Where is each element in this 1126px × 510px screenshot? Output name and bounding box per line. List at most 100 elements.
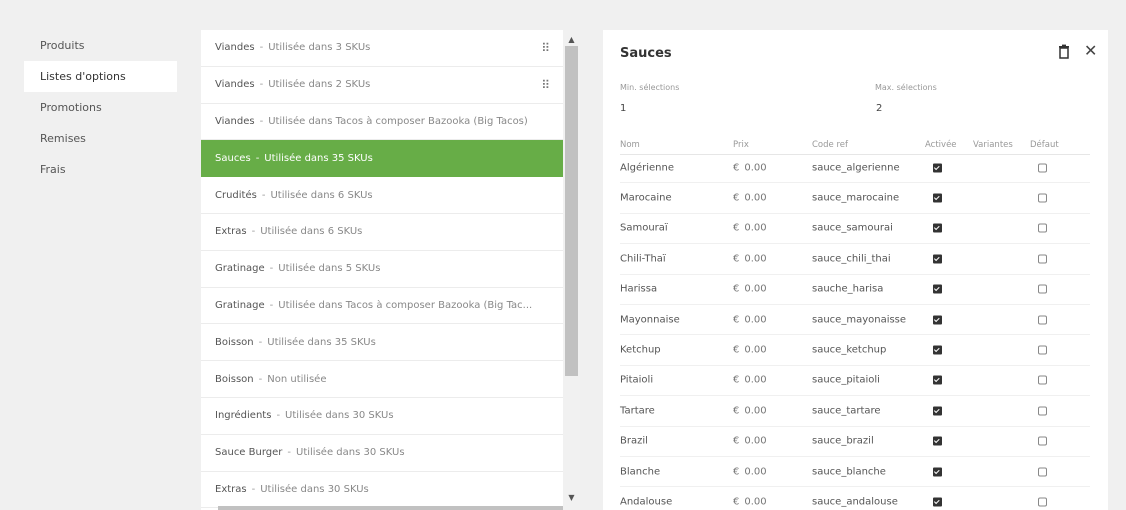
- option-code-ref[interactable]: sauce_algerienne: [812, 162, 900, 173]
- close-icon[interactable]: ✕: [1084, 43, 1097, 59]
- enabled-checkbox[interactable]: [933, 467, 942, 477]
- enabled-checkbox[interactable]: [933, 284, 942, 294]
- default-checkbox[interactable]: [1038, 497, 1047, 507]
- option-list-item[interactable]: Extras - Utilisée dans 30 SKUs: [201, 472, 563, 509]
- option-code-ref[interactable]: sauce_andalouse: [812, 496, 898, 507]
- option-list-item[interactable]: Sauce Burger - Utilisée dans 30 SKUs: [201, 435, 563, 472]
- option-name[interactable]: Tartare: [620, 405, 655, 416]
- nav-item-remises[interactable]: Remises: [24, 123, 177, 154]
- option-list-separator: -: [251, 226, 256, 238]
- option-price[interactable]: €0.00: [733, 466, 767, 477]
- option-code-ref[interactable]: sauce_tartare: [812, 405, 881, 416]
- enabled-checkbox[interactable]: [933, 345, 942, 355]
- option-price[interactable]: €0.00: [733, 345, 767, 356]
- enabled-checkbox[interactable]: [933, 497, 942, 507]
- trash-icon[interactable]: [1056, 44, 1072, 60]
- scroll-down-arrow-icon[interactable]: ▼: [563, 490, 580, 504]
- default-checkbox[interactable]: [1038, 254, 1047, 264]
- nav-item-frais[interactable]: Frais: [24, 154, 177, 185]
- max-selections-value[interactable]: 2: [876, 103, 882, 114]
- option-price[interactable]: €0.00: [733, 436, 767, 447]
- option-code-ref[interactable]: sauce_ketchup: [812, 345, 886, 356]
- option-name[interactable]: Blanche: [620, 466, 660, 477]
- enabled-checkbox[interactable]: [933, 375, 942, 385]
- option-price[interactable]: €0.00: [733, 375, 767, 386]
- price-value: 0.00: [744, 405, 767, 417]
- option-price[interactable]: €0.00: [733, 496, 767, 507]
- option-name[interactable]: Marocaine: [620, 193, 672, 204]
- option-name[interactable]: Ketchup: [620, 345, 661, 356]
- option-list-item[interactable]: Viandes - Utilisée dans 2 SKUs ⠿: [201, 67, 563, 104]
- option-list-item[interactable]: Viandes - Utilisée dans 3 SKUs ⠿: [201, 30, 563, 67]
- option-code-ref[interactable]: sauce_marocaine: [812, 193, 899, 204]
- option-list-item[interactable]: Extras - Utilisée dans 6 SKUs: [201, 214, 563, 251]
- scroll-up-arrow-icon[interactable]: ▲: [563, 32, 580, 46]
- option-list-item[interactable]: Gratinage - Utilisée dans Tacos à composer…: [201, 288, 563, 325]
- table-row: Marocaine €0.00 sauce_marocaine: [620, 183, 1090, 214]
- option-list-usage: Utilisée dans 30 SKUs: [296, 447, 405, 459]
- horizontal-scroll-thumb[interactable]: [218, 506, 563, 510]
- option-name[interactable]: Mayonnaise: [620, 314, 680, 325]
- option-name[interactable]: Chili-Thaï: [620, 253, 666, 264]
- option-price[interactable]: €0.00: [733, 193, 767, 204]
- currency-symbol: €: [733, 162, 740, 174]
- option-code-ref[interactable]: sauce_brazil: [812, 436, 874, 447]
- option-price[interactable]: €0.00: [733, 223, 767, 234]
- default-checkbox[interactable]: [1038, 284, 1047, 294]
- min-selections-value[interactable]: 1: [620, 103, 626, 114]
- enabled-checkbox[interactable]: [933, 193, 942, 203]
- option-list-item[interactable]: Ingrédients - Utilisée dans 30 SKUs: [201, 398, 563, 435]
- option-price[interactable]: €0.00: [733, 314, 767, 325]
- option-code-ref[interactable]: sauce_chili_thai: [812, 253, 891, 264]
- option-name[interactable]: Pitaioli: [620, 375, 653, 386]
- default-checkbox[interactable]: [1038, 406, 1047, 416]
- option-list-usage: Utilisée dans Tacos à composer Bazooka (…: [268, 115, 528, 127]
- option-list-item[interactable]: Sauces - Utilisée dans 35 SKUs: [201, 140, 563, 178]
- option-code-ref[interactable]: sauce_pitaioli: [812, 375, 880, 386]
- option-code-ref[interactable]: sauce_blanche: [812, 466, 886, 477]
- enabled-checkbox[interactable]: [933, 254, 942, 264]
- option-list-item[interactable]: Viandes - Utilisée dans Tacos à composer B…: [201, 104, 563, 141]
- option-code-ref[interactable]: sauce_mayonaisse: [812, 314, 906, 325]
- option-price[interactable]: €0.00: [733, 405, 767, 416]
- default-checkbox[interactable]: [1038, 193, 1047, 203]
- default-checkbox[interactable]: [1038, 436, 1047, 446]
- option-price[interactable]: €0.00: [733, 284, 767, 295]
- option-price[interactable]: €0.00: [733, 253, 767, 264]
- enabled-checkbox[interactable]: [933, 406, 942, 416]
- enabled-checkbox[interactable]: [933, 315, 942, 325]
- option-list-item[interactable]: Crudités - Utilisée dans 6 SKUs: [201, 177, 563, 214]
- option-price[interactable]: €0.00: [733, 162, 767, 173]
- price-value: 0.00: [744, 435, 767, 447]
- nav-item-promotions[interactable]: Promotions: [24, 92, 177, 123]
- option-name[interactable]: Samouraï: [620, 223, 668, 234]
- currency-symbol: €: [733, 283, 740, 295]
- option-code-ref[interactable]: sauche_harisa: [812, 284, 883, 295]
- option-list-item[interactable]: Boisson - Non utilisée: [201, 361, 563, 398]
- nav-item-produits[interactable]: Produits: [24, 30, 177, 61]
- drag-handle-icon[interactable]: ⠿: [541, 78, 550, 92]
- list-scrollbar[interactable]: ▲ ▼: [563, 30, 580, 510]
- option-name[interactable]: Andalouse: [620, 496, 672, 507]
- enabled-checkbox[interactable]: [933, 436, 942, 446]
- nav-item-listes-d-options[interactable]: Listes d'options: [24, 61, 177, 92]
- option-code-ref[interactable]: sauce_samourai: [812, 223, 893, 234]
- option-list-usage: Utilisée dans 30 SKUs: [285, 410, 394, 422]
- option-name[interactable]: Algérienne: [620, 162, 674, 173]
- option-name[interactable]: Harissa: [620, 284, 657, 295]
- default-checkbox[interactable]: [1038, 467, 1047, 477]
- enabled-checkbox[interactable]: [933, 163, 942, 173]
- option-list-item[interactable]: Boisson - Utilisée dans 35 SKUs: [201, 324, 563, 362]
- default-checkbox[interactable]: [1038, 163, 1047, 173]
- table-row: Ketchup €0.00 sauce_ketchup: [620, 335, 1090, 366]
- default-checkbox[interactable]: [1038, 223, 1047, 233]
- default-checkbox[interactable]: [1038, 345, 1047, 355]
- enabled-checkbox[interactable]: [933, 223, 942, 233]
- option-name[interactable]: Brazil: [620, 436, 648, 447]
- table-row: Chili-Thaï €0.00 sauce_chili_thai: [620, 244, 1090, 275]
- drag-handle-icon[interactable]: ⠿: [541, 41, 550, 55]
- option-list-item[interactable]: Gratinage - Utilisée dans 5 SKUs: [201, 251, 563, 288]
- scroll-thumb[interactable]: [565, 46, 578, 376]
- default-checkbox[interactable]: [1038, 375, 1047, 385]
- default-checkbox[interactable]: [1038, 315, 1047, 325]
